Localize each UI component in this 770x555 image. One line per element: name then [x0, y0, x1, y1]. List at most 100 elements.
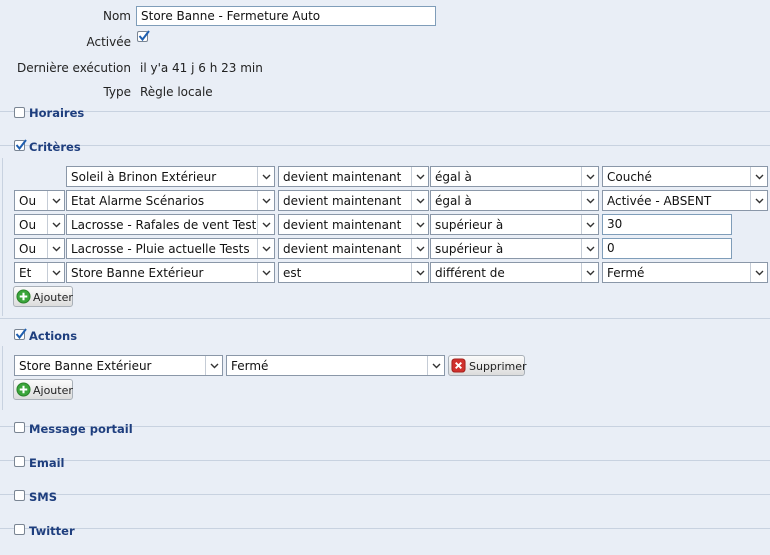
- criteria-event-select[interactable]: devient maintenant: [278, 214, 429, 235]
- add-action-label: Ajouter: [33, 384, 73, 397]
- criteria-operator-select-value: égal à: [435, 170, 472, 184]
- section-sms-title: SMS: [29, 490, 58, 504]
- criteria-value-select[interactable]: Activée - ABSENT: [602, 190, 768, 211]
- criteria-operator-select[interactable]: égal à: [430, 166, 599, 187]
- last-exec-value: il y'a 41 j 6 h 23 min: [140, 61, 263, 75]
- criteria-device-select[interactable]: Store Banne Extérieur: [66, 262, 275, 283]
- sms-checkbox[interactable]: [14, 490, 25, 501]
- criteria-device-select[interactable]: Soleil à Brinon Extérieur: [66, 166, 275, 187]
- action-device-select[interactable]: Store Banne Extérieur: [14, 355, 223, 376]
- criteria-operator-select[interactable]: supérieur à: [430, 238, 599, 259]
- criteres-checkbox[interactable]: [14, 139, 27, 151]
- criteria-device-select-value: Store Banne Extérieur: [71, 266, 204, 280]
- criteria-operator-select-value: supérieur à: [435, 218, 504, 232]
- chevron-down-icon: [411, 215, 428, 234]
- criteria-operator-select-value: égal à: [435, 194, 472, 208]
- criteria-event-select[interactable]: est: [278, 262, 429, 283]
- section-separator: [0, 111, 770, 112]
- action-state-select[interactable]: Fermé: [226, 355, 445, 376]
- criteria-event-select[interactable]: devient maintenant: [278, 166, 429, 187]
- section-separator: [0, 145, 770, 146]
- criteria-conjunction-select[interactable]: Ou: [14, 214, 65, 235]
- message-portail-checkbox[interactable]: [14, 422, 25, 433]
- criteria-value-input[interactable]: 0: [602, 238, 732, 259]
- criteria-operator-select-value: supérieur à: [435, 242, 504, 256]
- name-input[interactable]: Store Banne - Fermeture Auto: [136, 6, 436, 26]
- chevron-down-icon: [411, 167, 428, 186]
- criteria-conjunction-select-value: Ou: [19, 242, 37, 256]
- delete-action-label: Supprimer: [469, 360, 527, 373]
- criteria-operator-select-value: différent de: [435, 266, 505, 280]
- active-checkbox[interactable]: [137, 30, 150, 42]
- criteria-device-select[interactable]: Lacrosse - Pluie actuelle Tests: [66, 238, 275, 259]
- delete-action-button[interactable]: Supprimer: [448, 355, 527, 376]
- chevron-down-icon: [411, 191, 428, 210]
- chevron-down-icon: [47, 215, 64, 234]
- type-label: Type: [103, 85, 131, 99]
- checkmark-icon: [15, 139, 27, 151]
- criteria-operator-select[interactable]: différent de: [430, 262, 599, 283]
- chevron-down-icon: [750, 263, 767, 282]
- section-border: [2, 346, 3, 410]
- add-criteria-button[interactable]: Ajouter: [13, 286, 73, 307]
- type-value: Règle locale: [140, 85, 213, 99]
- chevron-down-icon: [257, 167, 274, 186]
- section-separator: [0, 528, 770, 529]
- section-criteres-title: Critères: [29, 140, 81, 154]
- twitter-checkbox[interactable]: [14, 524, 25, 535]
- section-separator: [0, 460, 770, 461]
- criteria-device-select[interactable]: Lacrosse - Rafales de vent Tests: [66, 214, 275, 235]
- criteria-conjunction-select-value: Et: [19, 266, 32, 280]
- criteria-conjunction-select[interactable]: Ou: [14, 190, 65, 211]
- section-email-title: Email: [29, 456, 65, 470]
- active-label: Activée: [86, 35, 131, 49]
- chevron-down-icon: [750, 167, 767, 186]
- section-separator: [0, 318, 770, 319]
- chevron-down-icon: [750, 191, 767, 210]
- checkmark-icon: [138, 30, 150, 42]
- chevron-down-icon: [205, 356, 222, 375]
- add-action-button[interactable]: Ajouter: [13, 379, 73, 400]
- chevron-down-icon: [47, 191, 64, 210]
- criteria-conjunction-select[interactable]: Et: [14, 262, 65, 283]
- chevron-down-icon: [257, 215, 274, 234]
- criteria-device-select-value: Soleil à Brinon Extérieur: [71, 170, 217, 184]
- criteria-device-select-value: Lacrosse - Rafales de vent Tests: [71, 218, 256, 232]
- criteria-value-select[interactable]: Fermé: [602, 262, 768, 283]
- criteria-event-select[interactable]: devient maintenant: [278, 190, 429, 211]
- section-actions-title: Actions: [29, 329, 78, 343]
- section-twitter-title: Twitter: [29, 524, 75, 538]
- email-checkbox[interactable]: [14, 456, 25, 467]
- criteria-conjunction-select-value: Ou: [19, 218, 37, 232]
- section-horaires-title: Horaires: [29, 106, 85, 120]
- criteria-value-input[interactable]: 30: [602, 214, 732, 235]
- chevron-down-icon: [581, 215, 598, 234]
- add-criteria-label: Ajouter: [33, 291, 73, 304]
- action-state-value: Fermé: [231, 359, 269, 373]
- criteria-conjunction-select[interactable]: Ou: [14, 238, 65, 259]
- criteria-value-select-value: Activée - ABSENT: [607, 194, 712, 208]
- criteria-event-select-value: devient maintenant: [283, 218, 402, 232]
- actions-checkbox[interactable]: [14, 328, 27, 340]
- criteria-event-select[interactable]: devient maintenant: [278, 238, 429, 259]
- rule-editor: { "form": { "name_label": "Nom", "name_v…: [0, 0, 770, 555]
- delete-icon: [451, 358, 466, 373]
- criteria-conjunction-select-value: Ou: [19, 194, 37, 208]
- name-label: Nom: [102, 9, 131, 23]
- criteria-event-select-value: devient maintenant: [283, 194, 402, 208]
- criteria-event-select-value: devient maintenant: [283, 242, 402, 256]
- last-exec-label: Dernière exécution: [16, 61, 131, 75]
- criteria-value-select[interactable]: Couché: [602, 166, 768, 187]
- criteria-operator-select[interactable]: égal à: [430, 190, 599, 211]
- add-icon: [16, 382, 31, 397]
- criteria-device-select-value: Etat Alarme Scénarios: [71, 194, 205, 208]
- criteria-event-select-value: est: [283, 266, 302, 280]
- horaires-checkbox[interactable]: [14, 107, 25, 118]
- criteria-operator-select[interactable]: supérieur à: [430, 214, 599, 235]
- chevron-down-icon: [427, 356, 444, 375]
- chevron-down-icon: [581, 167, 598, 186]
- criteria-device-select[interactable]: Etat Alarme Scénarios: [66, 190, 275, 211]
- checkmark-icon: [15, 328, 27, 340]
- chevron-down-icon: [581, 263, 598, 282]
- chevron-down-icon: [47, 239, 64, 258]
